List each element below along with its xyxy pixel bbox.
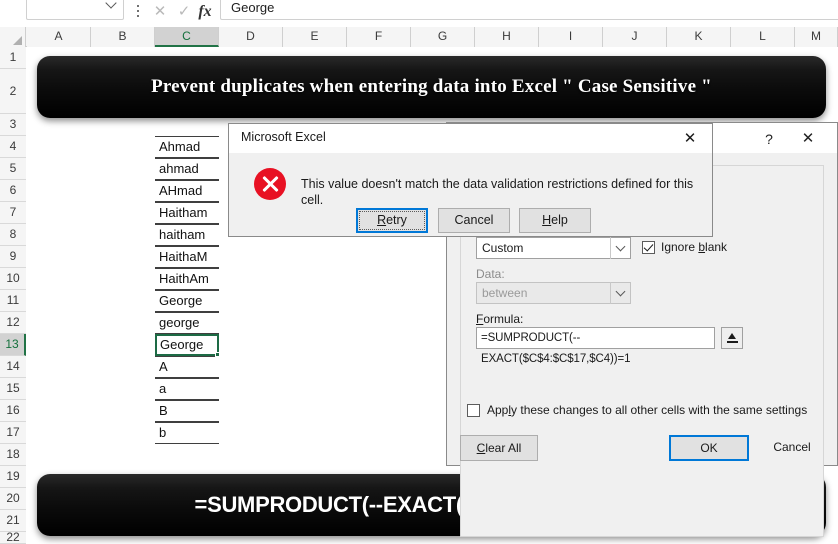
data-dropdown[interactable]: between — [476, 282, 631, 304]
cell-c16[interactable]: B — [155, 400, 219, 422]
column-header-a[interactable]: A — [27, 27, 91, 47]
title-banner: Prevent duplicates when entering data in… — [37, 56, 826, 118]
row-header-7[interactable]: 7 — [0, 202, 26, 224]
clear-all-button[interactable]: Clear All — [460, 435, 538, 461]
ignore-blank-label: Ignore blank — [661, 240, 728, 254]
column-header-k[interactable]: K — [667, 27, 731, 47]
column-header-d[interactable]: D — [219, 27, 283, 47]
message-title-bar: Microsoft Excel ✕ — [229, 124, 712, 153]
row-header-11[interactable]: 11 — [0, 290, 26, 312]
row-header-2[interactable]: 2 — [0, 69, 26, 114]
close-icon[interactable]: ✕ — [797, 129, 819, 149]
formula-input[interactable]: George — [220, 0, 838, 20]
row-header-5[interactable]: 5 — [0, 158, 26, 180]
cell-c15[interactable]: a — [155, 378, 219, 400]
column-header-b[interactable]: B — [91, 27, 155, 47]
error-icon — [254, 168, 286, 200]
row-header-22[interactable]: 22 — [0, 531, 26, 544]
row-header-21[interactable]: 21 — [0, 510, 26, 532]
excel-window: ✕ ✓ fx George ABCDEFGHIJKLM 1 2 3 4 5 6 7 8 9 10 1… — [0, 0, 838, 544]
message-title: Microsoft Excel — [241, 130, 326, 144]
cell-c14[interactable]: A — [155, 356, 219, 378]
column-header-i[interactable]: I — [539, 27, 603, 47]
cell-c17[interactable]: b — [155, 422, 219, 444]
row-header-3[interactable]: 3 — [0, 114, 26, 136]
ok-button[interactable]: OK — [669, 435, 749, 461]
cell-c6[interactable]: AHmad — [155, 180, 219, 202]
row-header-20[interactable]: 20 — [0, 488, 26, 510]
cell-c11[interactable]: George — [155, 290, 219, 312]
row-header-18[interactable]: 18 — [0, 444, 26, 466]
cell-c8[interactable]: haitham — [155, 224, 219, 246]
message-text: This value doesn't match the data valida… — [301, 177, 694, 207]
row-header-13[interactable]: 13 — [0, 334, 26, 356]
error-message-dialog: Microsoft Excel ✕ This value doesn't mat… — [228, 123, 713, 237]
column-header-f[interactable]: F — [347, 27, 411, 47]
more-options-icon[interactable] — [133, 2, 143, 22]
cancel-button[interactable]: Cancel — [758, 435, 826, 461]
row-header-9[interactable]: 9 — [0, 246, 26, 268]
insert-function-icon[interactable]: fx — [192, 0, 218, 24]
row-header-19[interactable]: 19 — [0, 466, 26, 488]
fill-handle[interactable] — [215, 352, 220, 357]
close-icon[interactable]: ✕ — [678, 128, 702, 149]
apply-all-checkbox[interactable] — [467, 404, 480, 417]
formula-field[interactable]: =SUMPRODUCT(--EXACT($C$4:$C$17,$C4))=1 — [476, 327, 715, 365]
help-button[interactable]: Help — [519, 208, 591, 233]
cell-c9[interactable]: HaithaM — [155, 246, 219, 268]
data-value: between — [482, 286, 528, 300]
help-icon[interactable]: ? — [758, 129, 780, 149]
row-header-17[interactable]: 17 — [0, 422, 26, 444]
cancel-entry-icon[interactable]: ✕ — [148, 1, 172, 23]
cell-c10[interactable]: HaithAm — [155, 268, 219, 290]
row-header-15[interactable]: 15 — [0, 378, 26, 400]
cell-c7[interactable]: Haitham — [155, 202, 219, 224]
column-header-g[interactable]: G — [411, 27, 475, 47]
chevron-down-icon[interactable] — [105, 0, 117, 11]
row-header-4[interactable]: 4 — [0, 136, 26, 158]
column-header-c[interactable]: C — [155, 27, 219, 47]
data-label: Data: — [476, 267, 505, 281]
row-header-14[interactable]: 14 — [0, 356, 26, 378]
row-header-6[interactable]: 6 — [0, 180, 26, 202]
cell-c5[interactable]: ahmad — [155, 158, 219, 180]
apply-all-label: Apply these changes to all other cells w… — [487, 403, 808, 417]
row-header-8[interactable]: 8 — [0, 224, 26, 246]
retry-button[interactable]: Retry — [356, 208, 428, 233]
row-header-1[interactable]: 1 — [0, 47, 26, 69]
column-header-row: ABCDEFGHIJKLM — [0, 27, 838, 47]
cell-c12[interactable]: george — [155, 312, 219, 334]
formula-bar: ✕ ✓ fx George — [0, 0, 838, 26]
column-header-j[interactable]: J — [603, 27, 667, 47]
column-header-h[interactable]: H — [475, 27, 539, 47]
select-all-corner[interactable] — [0, 27, 26, 47]
row-header-12[interactable]: 12 — [0, 312, 26, 334]
name-box[interactable] — [26, 0, 124, 20]
cell-c4[interactable]: Ahmad — [155, 136, 219, 158]
title-banner-text: Prevent duplicates when entering data in… — [151, 76, 712, 97]
ignore-blank-checkbox[interactable] — [642, 241, 655, 254]
row-header-16[interactable]: 16 — [0, 400, 26, 422]
column-header-e[interactable]: E — [283, 27, 347, 47]
column-header-l[interactable]: L — [731, 27, 795, 47]
row-header-column: 1 2 3 4 5 6 7 8 9 10 11 12 13 14 15 16 17 18 19 20 21 22 — [0, 47, 26, 544]
allow-value: Custom — [482, 241, 524, 255]
collapse-dialog-icon[interactable] — [721, 327, 743, 349]
allow-dropdown[interactable]: Custom — [476, 237, 631, 259]
chevron-down-icon[interactable] — [610, 237, 630, 259]
row-header-10[interactable]: 10 — [0, 268, 26, 290]
active-cell-c13[interactable]: George — [155, 334, 219, 356]
message-cancel-button[interactable]: Cancel — [438, 208, 510, 233]
formula-label: Formula: — [476, 312, 524, 326]
column-header-m[interactable]: M — [795, 27, 838, 47]
chevron-down-icon[interactable] — [610, 282, 630, 304]
